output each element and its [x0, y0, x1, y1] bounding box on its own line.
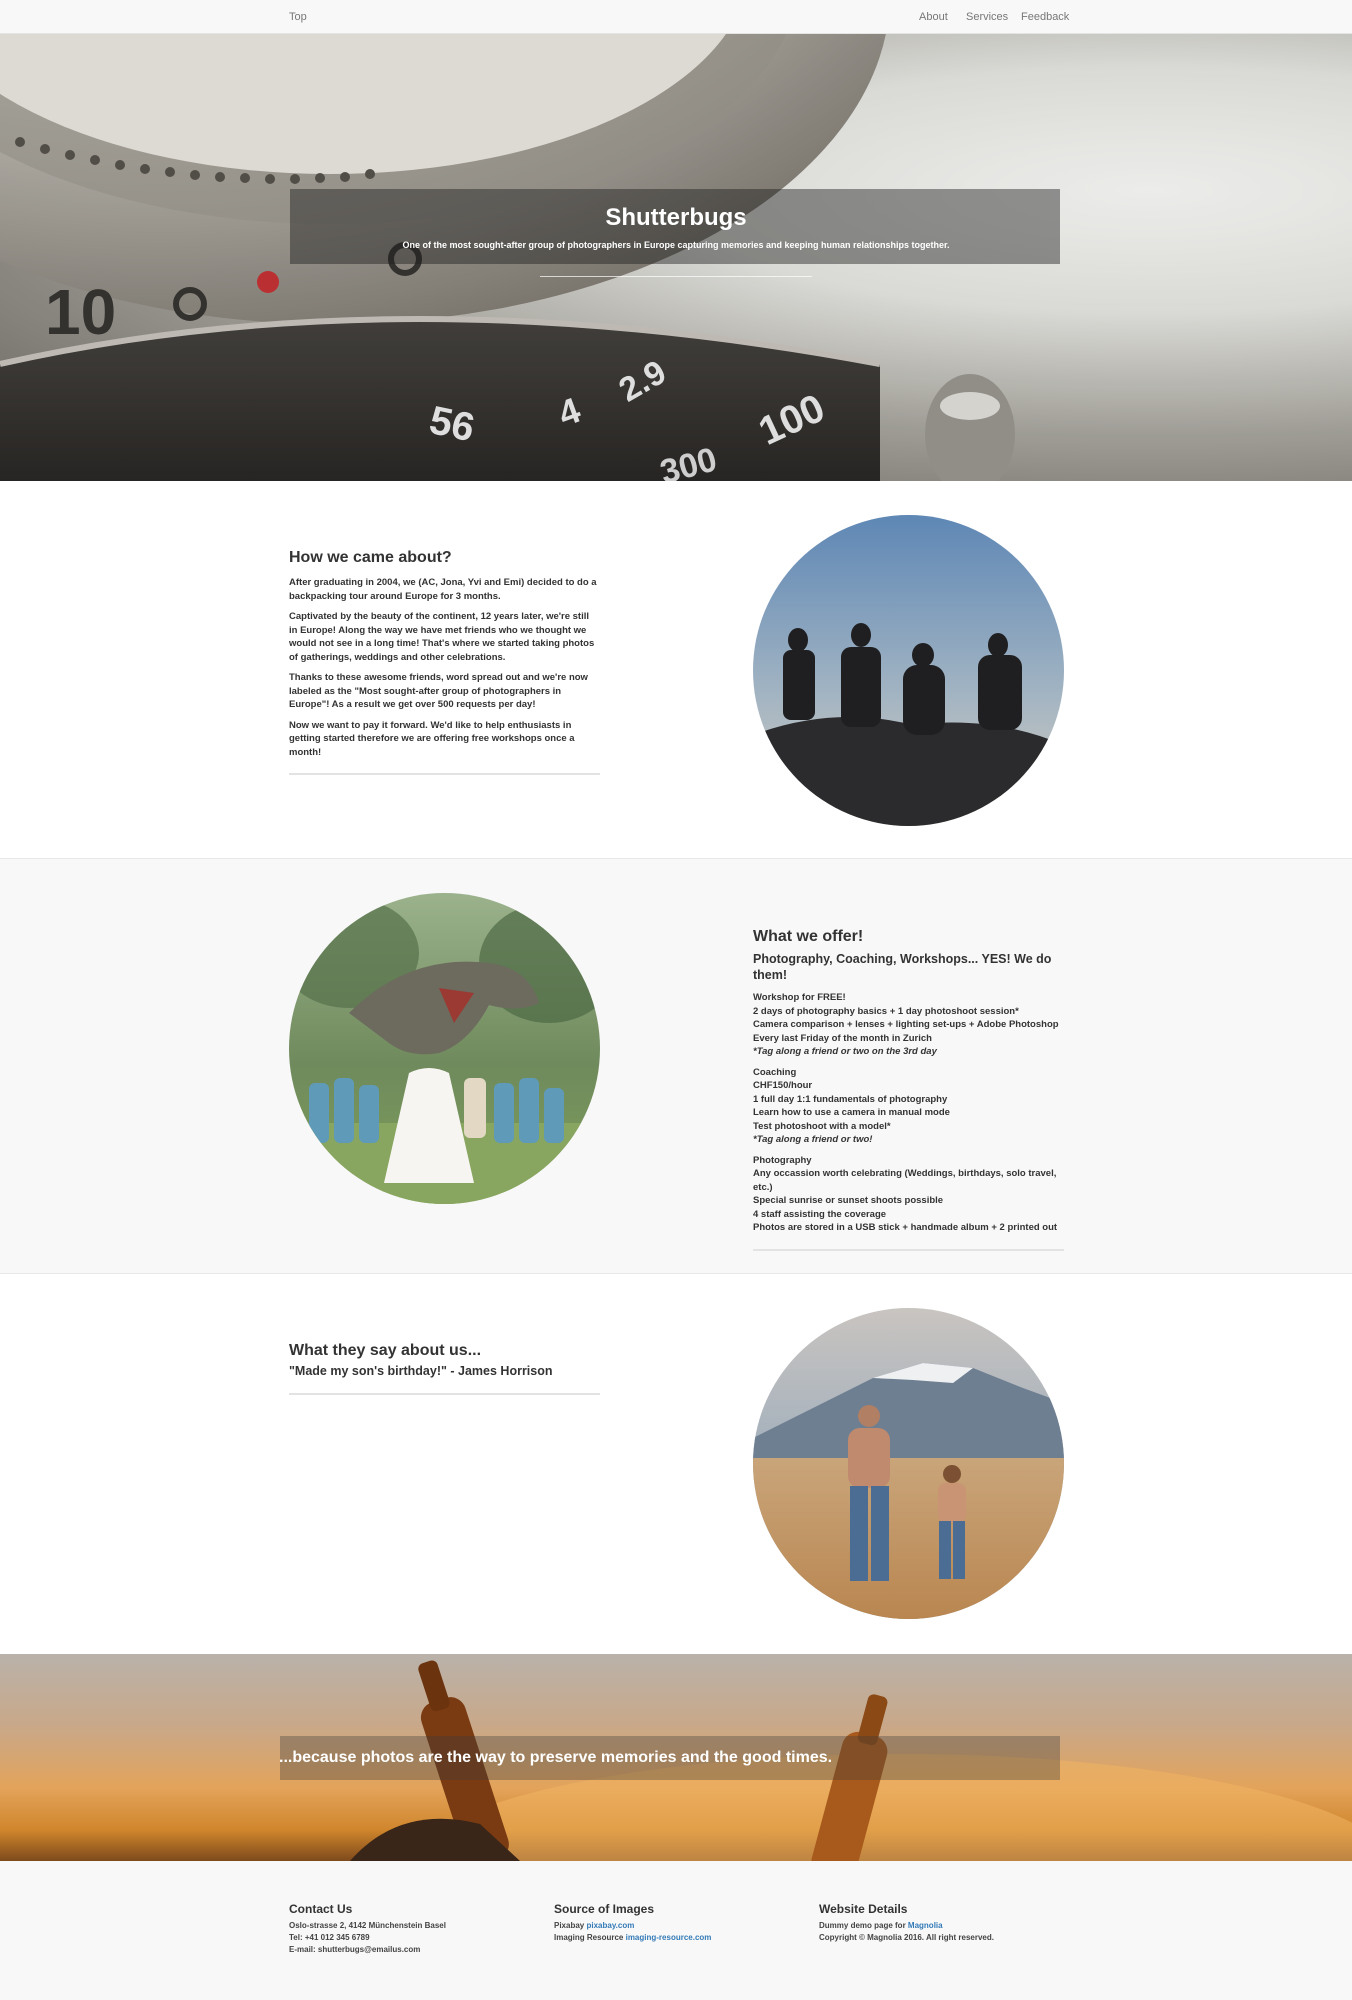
- about-heading: How we came about?: [289, 549, 452, 566]
- coaching-line-5: Test photoshoot with a model*: [753, 1120, 891, 1132]
- workshop-line-1: Workshop for FREE!: [753, 992, 846, 1003]
- offer-section: What we offer! Photography, Coaching, Wo…: [0, 859, 1352, 1274]
- about-paragraph-1: After graduating in 2004, we (AC, Jona, …: [289, 577, 597, 602]
- nav-about-link[interactable]: About: [919, 11, 948, 23]
- workshop-note: *Tag along a friend or two on the 3rd da…: [753, 1046, 937, 1057]
- footer: Contact Us Oslo-strasse 2, 4142 Münchens…: [0, 1861, 1352, 2000]
- photography-line-3: Special sunrise or sunset shoots possibl…: [753, 1195, 944, 1206]
- quote-banner: ...because photos are the way to preserv…: [0, 1654, 1352, 1861]
- photography-line-1: Photography: [753, 1154, 812, 1166]
- offer-divider: [753, 1248, 1064, 1251]
- imaging-label: Imaging Resource: [554, 1933, 624, 1942]
- footer-contact: Contact Us Oslo-strasse 2, 4142 Münchens…: [289, 1903, 529, 1956]
- footer-email: E-mail: shutterbugs@emailus.com: [289, 1945, 421, 1954]
- about-paragraph-3: Thanks to these awesome friends, word sp…: [289, 672, 588, 710]
- pixabay-label: Pixabay: [554, 1921, 585, 1930]
- imaging-resource-link[interactable]: imaging-resource.com: [626, 1933, 712, 1942]
- about-paragraph-2: Captivated by the beauty of the continen…: [289, 611, 595, 663]
- offer-workshop-block: Workshop for FREE! 2 days of photography…: [753, 991, 1064, 1059]
- testimonials-heading: What they say about us...: [289, 1342, 482, 1359]
- about-text: How we came about? After graduating in 2…: [289, 548, 600, 775]
- hero-banner: 10 56 4 2.9 100 300 Shutterbugs One of t…: [0, 34, 1352, 481]
- about-section: How we came about? After graduating in 2…: [0, 481, 1352, 859]
- coaching-line-2: CHF150/hour: [753, 1080, 813, 1091]
- hero-title: Shutterbugs: [605, 204, 747, 231]
- offer-photography-block: Photography Any occassion worth celebrat…: [753, 1154, 1064, 1235]
- footer-address: Oslo-strasse 2, 4142 Münchenstein Basel: [289, 1921, 446, 1930]
- nav-services-link[interactable]: Services: [966, 11, 1008, 23]
- demo-label: Dummy demo page for: [819, 1921, 906, 1930]
- magnolia-link[interactable]: Magnolia: [908, 1921, 943, 1930]
- coaching-note: *Tag along a friend or two!: [753, 1134, 873, 1145]
- workshop-line-3: Camera comparison + lenses + lighting se…: [753, 1019, 1059, 1030]
- quote-text: ...because photos are the way to preserv…: [279, 1749, 833, 1766]
- footer-source-imaging: Imaging Resource imaging-resource.com: [554, 1932, 794, 1944]
- hero-subtitle: One of the most sought-after group of ph…: [402, 240, 950, 250]
- about-paragraph-4: Now we want to pay it forward. We'd like…: [289, 719, 575, 758]
- testimonials-section: What they say about us... "Made my son's…: [0, 1274, 1352, 1654]
- footer-demo-line: Dummy demo page for Magnolia: [819, 1920, 1059, 1932]
- nav-feedback-link[interactable]: Feedback: [1021, 11, 1069, 23]
- footer-sources-heading: Source of Images: [554, 1902, 655, 1916]
- footer-source-pixabay: Pixabay pixabay.com: [554, 1920, 794, 1932]
- workshop-line-4: Every last Friday of the month in Zurich: [753, 1032, 932, 1044]
- offer-coaching-block: Coaching CHF150/hour 1 full day 1:1 fund…: [753, 1066, 1064, 1147]
- wedding-dinosaur-image: [289, 893, 600, 1204]
- offer-subheading: Photography, Coaching, Workshops... YES!…: [753, 952, 1052, 982]
- footer-contact-heading: Contact Us: [289, 1902, 353, 1916]
- top-navbar: Top About Services Feedback: [0, 0, 1352, 34]
- footer-details: Website Details Dummy demo page for Magn…: [819, 1903, 1059, 1944]
- workshop-line-2: 2 days of photography basics + 1 day pho…: [753, 1005, 1019, 1017]
- photography-line-2: Any occassion worth celebrating (Wedding…: [753, 1168, 1057, 1193]
- nav-top-link[interactable]: Top: [289, 11, 307, 23]
- hikers-silhouette-image: [753, 515, 1064, 826]
- photography-line-4: 4 staff assisting the coverage: [753, 1208, 887, 1220]
- footer-details-heading: Website Details: [819, 1902, 908, 1916]
- offer-text: What we offer! Photography, Coaching, Wo…: [753, 927, 1064, 1251]
- footer-phone: Tel: +41 012 345 6789: [289, 1933, 370, 1942]
- coaching-line-1: Coaching: [753, 1066, 797, 1078]
- about-divider: [289, 773, 600, 775]
- coaching-line-4: Learn how to use a camera in manual mode: [753, 1107, 950, 1118]
- pixabay-link[interactable]: pixabay.com: [586, 1921, 634, 1930]
- testimonials-text: What they say about us... "Made my son's…: [289, 1341, 600, 1395]
- coaching-line-3: 1 full day 1:1 fundamentals of photograp…: [753, 1093, 948, 1105]
- testimonial-quote: "Made my son's birthday!" - James Horris…: [289, 1364, 553, 1378]
- testimonials-divider: [289, 1393, 600, 1395]
- hero-divider: [540, 276, 812, 277]
- offer-heading: What we offer!: [753, 928, 864, 945]
- photography-line-5: Photos are stored in a USB stick + handm…: [753, 1222, 1058, 1233]
- footer-copyright: Copyright © Magnolia 2016. All right res…: [819, 1933, 994, 1942]
- father-son-image: [753, 1308, 1064, 1619]
- footer-sources: Source of Images Pixabay pixabay.com Ima…: [554, 1903, 794, 1944]
